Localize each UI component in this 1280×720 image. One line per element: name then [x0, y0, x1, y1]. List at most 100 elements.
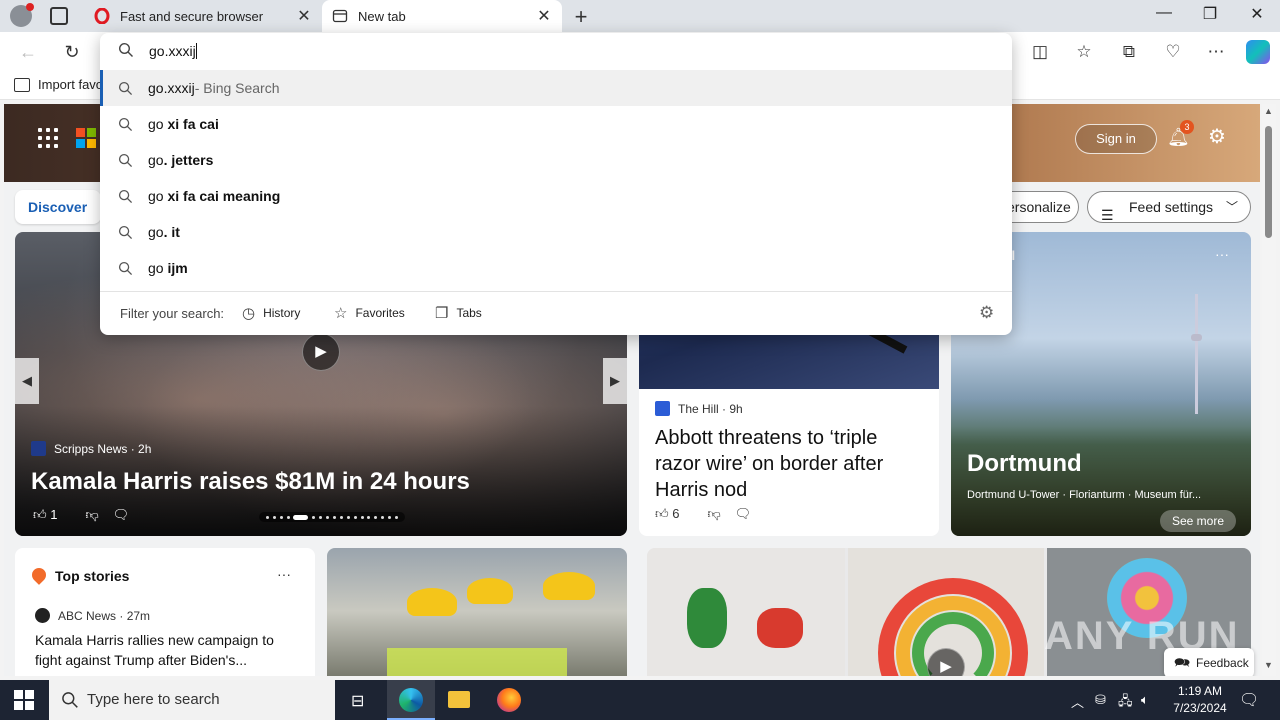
suggestion-item[interactable]: go. jetters — [100, 142, 1012, 178]
like-icon[interactable]: 👍︎ 1 — [33, 507, 71, 523]
clock-time: 1:19 AM — [1177, 684, 1223, 698]
firefox-taskbar-button[interactable] — [485, 680, 533, 720]
more-menu-icon[interactable]: ⋯ — [1204, 40, 1228, 64]
windows-start-icon[interactable] — [14, 690, 34, 710]
tab-close-icon[interactable]: ✕ — [296, 6, 312, 26]
address-query: go.xxxij — [149, 43, 196, 59]
page-scrollbar[interactable]: ▲ ▼ — [1262, 104, 1276, 676]
scroll-up-icon[interactable]: ▲ — [1264, 106, 1273, 116]
hard-hat-shape — [467, 578, 513, 604]
close-window-icon[interactable]: ✕ — [1242, 4, 1272, 24]
see-more-button[interactable]: See more — [1160, 510, 1236, 532]
top-stories-more-icon[interactable]: ··· — [277, 566, 291, 582]
app-launcher-icon[interactable] — [38, 128, 58, 148]
card2-reactions: 👍︎ 6 👎︎ 🗨︎ — [655, 506, 765, 522]
top-stories-card: Top stories ··· ABC News · 27m Kamala Ha… — [15, 548, 315, 676]
filter-history-button[interactable]: ◷ History — [242, 304, 300, 322]
new-tab-plus-icon[interactable]: + — [570, 4, 592, 30]
tray-network-drive-icon[interactable]: ⛁ — [1095, 692, 1106, 708]
hard-hat-shape — [543, 572, 595, 600]
star-icon: ☆ — [334, 305, 348, 322]
firefox-icon — [497, 688, 521, 712]
tab-actions-icon[interactable] — [50, 7, 68, 25]
browser-essentials-icon[interactable]: ♡ — [1161, 40, 1185, 64]
search-settings-gear-icon[interactable]: ⚙ — [979, 303, 994, 323]
chevron-down-icon: ﹀ — [1225, 200, 1238, 214]
comment-icon[interactable]: 🗨︎ — [113, 507, 130, 523]
page-settings-gear-icon[interactable]: ⚙ — [1205, 125, 1229, 149]
tab-new-tab[interactable]: New tab ✕ — [322, 0, 562, 32]
feed-settings-button[interactable]: ☰ Feed settings ﹀ — [1087, 191, 1251, 223]
hero-headline[interactable]: Kamala Harris raises $81M in 24 hours — [31, 468, 470, 496]
split-screen-icon[interactable]: ◫ — [1028, 40, 1052, 64]
suggestion-text: go.xxxij — [148, 80, 195, 96]
history-icon: ◷ — [242, 305, 256, 322]
task-view-button[interactable]: ⊟ — [336, 680, 384, 720]
card2-source: The Hill · 9h — [655, 401, 743, 416]
comment-icon[interactable]: 🗨︎ — [735, 506, 752, 522]
scrollbar-thumb[interactable] — [1265, 126, 1272, 238]
refresh-icon[interactable]: ↻ — [60, 40, 84, 64]
filter-favorites-label: Favorites — [355, 306, 405, 320]
taskbar-search-box[interactable]: Type here to search — [49, 680, 335, 720]
copilot-icon[interactable] — [1246, 40, 1270, 64]
tray-volume-icon[interactable]: 🔈︎ — [1141, 692, 1149, 708]
profile-avatar-icon[interactable] — [10, 3, 34, 27]
suggestion-prefix: go — [148, 116, 168, 132]
file-explorer-taskbar-button[interactable] — [435, 680, 483, 720]
carousel-prev-icon[interactable]: ◀ — [15, 358, 39, 404]
sign-in-button[interactable]: Sign in — [1075, 124, 1157, 154]
top-story-headline[interactable]: Kamala Harris rallies new campaign to fi… — [35, 630, 295, 670]
suggestion-completion: xi fa cai — [167, 116, 219, 132]
dislike-icon[interactable]: 👎︎ — [707, 506, 720, 522]
back-icon[interactable]: ← — [16, 40, 40, 64]
workers-image-card[interactable] — [327, 548, 627, 676]
taskbar-clock[interactable]: 1:19 AM 7/23/2024 — [1160, 683, 1240, 717]
travel-subtitle: Dortmund U-Tower · Florianturm · Museum … — [967, 489, 1202, 501]
filter-history-label: History — [263, 306, 301, 320]
minimize-icon[interactable]: — — [1149, 4, 1179, 22]
search-icon — [118, 189, 133, 203]
feedback-button[interactable]: 🗪 Feedback — [1164, 648, 1254, 676]
import-favorites-button[interactable]: Import favo — [14, 77, 103, 92]
tab-opera[interactable]: Fast and secure browser ✕ — [84, 0, 322, 32]
suggestion-item[interactable]: go. it — [100, 214, 1012, 250]
discover-tab[interactable]: Discover — [15, 190, 101, 224]
suggestion-item[interactable]: go xi fa cai meaning — [100, 178, 1012, 214]
tab-close-icon[interactable]: ✕ — [536, 6, 552, 26]
card-more-icon[interactable]: ··· — [1215, 246, 1229, 262]
search-icon — [62, 692, 78, 708]
dislike-icon[interactable]: 👎︎ — [85, 507, 98, 523]
address-bar-input[interactable]: go.xxxij — [100, 33, 1012, 70]
safety-vest-shape — [387, 648, 567, 676]
edge-taskbar-button[interactable] — [387, 680, 435, 720]
tray-network-icon[interactable]: 🖧 — [1118, 692, 1133, 714]
carousel-next-icon[interactable]: ▶ — [603, 358, 627, 404]
notifications-bell-icon[interactable]: 🔔︎ 3 — [1167, 120, 1194, 148]
restore-icon[interactable]: ❐ — [1195, 4, 1225, 24]
suggestion-item[interactable]: go ijm — [100, 250, 1012, 286]
profile-alert-dot — [26, 3, 34, 11]
favorites-star-icon[interactable]: ☆ — [1072, 40, 1096, 64]
collections-icon[interactable]: ⧉ — [1117, 40, 1141, 64]
like-icon[interactable]: 👍︎ 6 — [655, 506, 693, 522]
personalize-label: ersonalize — [1007, 199, 1071, 215]
newtab-icon — [332, 9, 348, 23]
play-video-icon[interactable]: ▶ — [302, 333, 340, 371]
card2-source-name: The Hill — [678, 401, 719, 416]
travel-title[interactable]: Dortmund — [967, 450, 1082, 478]
filter-favorites-button[interactable]: ☆ Favorites — [334, 304, 405, 322]
microsoft-logo-icon — [76, 128, 96, 148]
opera-icon — [94, 8, 110, 24]
suggestion-item[interactable]: go xi fa cai — [100, 106, 1012, 142]
search-filter-row: Filter your search: ◷ History ☆ Favorite… — [100, 291, 1012, 335]
card2-headline[interactable]: Abbott threatens to ‘triple razor wire’ … — [655, 425, 925, 503]
search-icon — [118, 261, 133, 275]
suggestion-bing-search[interactable]: go.xxxij - Bing Search — [100, 70, 1012, 106]
notification-center-icon[interactable]: 🗨︎ — [1239, 690, 1259, 710]
suggestion-completion: ijm — [167, 260, 188, 276]
tray-chevron-up-icon[interactable]: ︿ — [1071, 692, 1084, 711]
filter-tabs-button[interactable]: ❐ Tabs — [435, 304, 482, 322]
scroll-down-icon[interactable]: ▼ — [1264, 660, 1273, 670]
toy-image-1 — [647, 548, 845, 676]
